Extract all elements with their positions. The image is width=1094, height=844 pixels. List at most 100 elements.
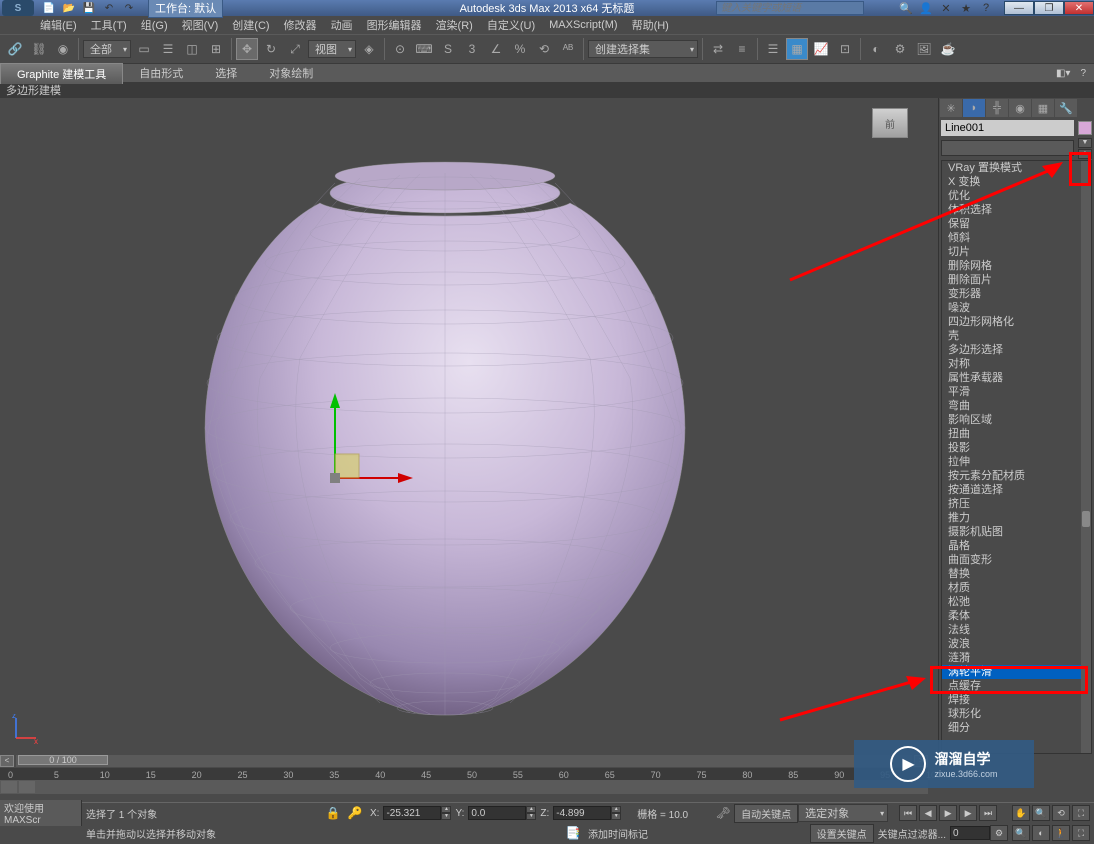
modifier-item[interactable]: X 变换 bbox=[942, 175, 1091, 189]
snap-abc-icon[interactable]: ᴬᴮ bbox=[557, 38, 579, 60]
snap-s-icon[interactable]: S bbox=[437, 38, 459, 60]
nav-max2-icon[interactable]: ⛶ bbox=[1072, 825, 1090, 841]
modifier-item[interactable]: 保留 bbox=[942, 217, 1091, 231]
help-icon[interactable]: ? bbox=[978, 1, 994, 15]
modifier-item[interactable]: 涡轮平滑 bbox=[942, 665, 1091, 679]
snap-3-icon[interactable]: 3 bbox=[461, 38, 483, 60]
modifier-item[interactable]: 弯曲 bbox=[942, 399, 1091, 413]
time-prev-icon[interactable]: < bbox=[0, 755, 14, 767]
material-icon[interactable]: ◐ bbox=[865, 38, 887, 60]
tab-hierarchy-icon[interactable]: ╬ bbox=[986, 99, 1008, 117]
window-crossing-icon[interactable]: ⊞ bbox=[205, 38, 227, 60]
track-btn2[interactable] bbox=[19, 781, 35, 793]
render-frame-icon[interactable]: 🖼 bbox=[913, 38, 935, 60]
menu-render[interactable]: 渲染(R) bbox=[436, 17, 473, 33]
menu-edit[interactable]: 编辑(E) bbox=[40, 17, 77, 33]
move-icon[interactable]: ✥ bbox=[236, 38, 258, 60]
next-frame-icon[interactable]: ▶ bbox=[959, 805, 977, 821]
setkey-button[interactable]: 设置关键点 bbox=[810, 824, 874, 843]
ribbon-toggle-icon[interactable]: ▦ bbox=[786, 38, 808, 60]
coord-y-input[interactable] bbox=[468, 806, 526, 820]
viewport-scene[interactable] bbox=[0, 98, 928, 754]
lock-icon[interactable]: 🔒 bbox=[322, 802, 344, 824]
modifier-item[interactable]: 曲面变形 bbox=[942, 553, 1091, 567]
modifier-item[interactable]: 按通道选择 bbox=[942, 483, 1091, 497]
search-input[interactable] bbox=[716, 1, 864, 15]
menu-tools[interactable]: 工具(T) bbox=[91, 17, 127, 33]
modifier-sort-down-icon[interactable]: ▼ bbox=[1078, 138, 1092, 148]
keymode-dropdown[interactable]: 选定对象 bbox=[798, 804, 888, 822]
modifier-item[interactable]: 细分 bbox=[942, 721, 1091, 735]
maximize-button[interactable]: ❐ bbox=[1034, 1, 1064, 15]
modifier-item[interactable]: 切片 bbox=[942, 245, 1091, 259]
infocenter-icon[interactable]: 🔍 bbox=[898, 1, 914, 15]
menu-group[interactable]: 组(G) bbox=[141, 17, 168, 33]
modifier-item[interactable]: 摄影机贴图 bbox=[942, 525, 1091, 539]
selection-filter[interactable]: 全部 bbox=[83, 40, 131, 58]
modifier-item[interactable]: 变形器 bbox=[942, 287, 1091, 301]
modifier-item[interactable]: 拉伸 bbox=[942, 455, 1091, 469]
ribbon-help-icon[interactable]: ? bbox=[1076, 68, 1090, 79]
nav-max-icon[interactable]: ⛶ bbox=[1072, 805, 1090, 821]
align-icon[interactable]: ≡ bbox=[731, 38, 753, 60]
modifier-item[interactable]: 波浪 bbox=[942, 637, 1091, 651]
select-name-icon[interactable]: ☰ bbox=[157, 38, 179, 60]
menu-graph[interactable]: 图形编辑器 bbox=[367, 17, 422, 33]
modifier-item[interactable]: 倾斜 bbox=[942, 231, 1091, 245]
nav-zoom2-icon[interactable]: 🔍 bbox=[1012, 825, 1030, 841]
nav-zoom-icon[interactable]: 🔍 bbox=[1032, 805, 1050, 821]
tab-create-icon[interactable]: ✳ bbox=[940, 99, 962, 117]
named-selection-set[interactable]: 创建选择集 bbox=[588, 40, 698, 58]
workspace-selector[interactable]: 工作台: 默认 bbox=[148, 0, 223, 18]
qat-undo-icon[interactable]: ↶ bbox=[100, 1, 118, 15]
curve-editor-icon[interactable]: 📈 bbox=[810, 38, 832, 60]
timeconfig-icon[interactable]: ⚙ bbox=[990, 825, 1008, 841]
ribbon-expand-icon[interactable]: ◧▾ bbox=[1052, 68, 1074, 79]
qat-redo-icon[interactable]: ↷ bbox=[120, 1, 138, 15]
modifier-item[interactable]: 体积选择 bbox=[942, 203, 1091, 217]
menu-create[interactable]: 创建(C) bbox=[232, 17, 269, 33]
modifier-item[interactable]: 属性承载器 bbox=[942, 371, 1091, 385]
manipulate-icon[interactable]: ⊙ bbox=[389, 38, 411, 60]
nav-walk-icon[interactable]: 🚶 bbox=[1052, 825, 1070, 841]
nav-fov-icon[interactable]: ◐ bbox=[1032, 825, 1050, 841]
play-icon[interactable]: ▶ bbox=[939, 805, 957, 821]
sub-ribbon[interactable]: 多边形建模 bbox=[0, 82, 1094, 98]
modifier-item[interactable]: 焊接 bbox=[942, 693, 1091, 707]
subscription-icon[interactable]: 👤 bbox=[918, 1, 934, 15]
menu-animation[interactable]: 动画 bbox=[331, 17, 353, 33]
keyboard-icon[interactable]: ⌨ bbox=[413, 38, 435, 60]
menu-maxscript[interactable]: MAXScript(M) bbox=[549, 19, 617, 31]
modifier-item[interactable]: 球形化 bbox=[942, 707, 1091, 721]
tab-display-icon[interactable]: ▦ bbox=[1032, 99, 1054, 117]
unlink-icon[interactable]: ⛓ bbox=[28, 38, 50, 60]
coord-z-input[interactable] bbox=[553, 806, 611, 820]
exchange-icon[interactable]: ✕ bbox=[938, 1, 954, 15]
goto-start-icon[interactable]: ⏮ bbox=[899, 805, 917, 821]
modifier-item[interactable]: 删除面片 bbox=[942, 273, 1091, 287]
modifier-item[interactable]: 涟漪 bbox=[942, 651, 1091, 665]
viewcube-face[interactable]: 前 bbox=[872, 108, 908, 138]
coord-x-input[interactable] bbox=[383, 806, 441, 820]
nav-orbit-icon[interactable]: ⟲ bbox=[1052, 805, 1070, 821]
snap-percent-icon[interactable]: % bbox=[509, 38, 531, 60]
modifier-item[interactable]: 松弛 bbox=[942, 595, 1091, 609]
modifier-item[interactable]: 点缓存 bbox=[942, 679, 1091, 693]
modifier-item[interactable]: 多边形选择 bbox=[942, 343, 1091, 357]
menu-custom[interactable]: 自定义(U) bbox=[487, 17, 535, 33]
qat-save-icon[interactable]: 💾 bbox=[80, 1, 98, 15]
schematic-icon[interactable]: ⊡ bbox=[834, 38, 856, 60]
modifier-list[interactable]: VRay 置换模式X 变换优化体积选择保留倾斜切片删除网格删除面片变形器噪波四边… bbox=[941, 160, 1092, 754]
refcoord-dropdown[interactable]: 视图 bbox=[308, 40, 356, 58]
modifier-item[interactable]: 平滑 bbox=[942, 385, 1091, 399]
menu-modifiers[interactable]: 修改器 bbox=[284, 17, 317, 33]
scale-icon[interactable]: ⤢ bbox=[284, 38, 306, 60]
rotate-icon[interactable]: ↻ bbox=[260, 38, 282, 60]
modifier-item[interactable]: 推力 bbox=[942, 511, 1091, 525]
add-timemark[interactable]: 添加时间标记 bbox=[584, 826, 652, 841]
select-region-icon[interactable]: ◫ bbox=[181, 38, 203, 60]
prev-frame-icon[interactable]: ◀ bbox=[919, 805, 937, 821]
ribbon-tab-freeform[interactable]: 自由形式 bbox=[123, 63, 199, 83]
menu-view[interactable]: 视图(V) bbox=[182, 17, 219, 33]
ribbon-tab-graphite[interactable]: Graphite 建模工具 bbox=[0, 63, 123, 84]
